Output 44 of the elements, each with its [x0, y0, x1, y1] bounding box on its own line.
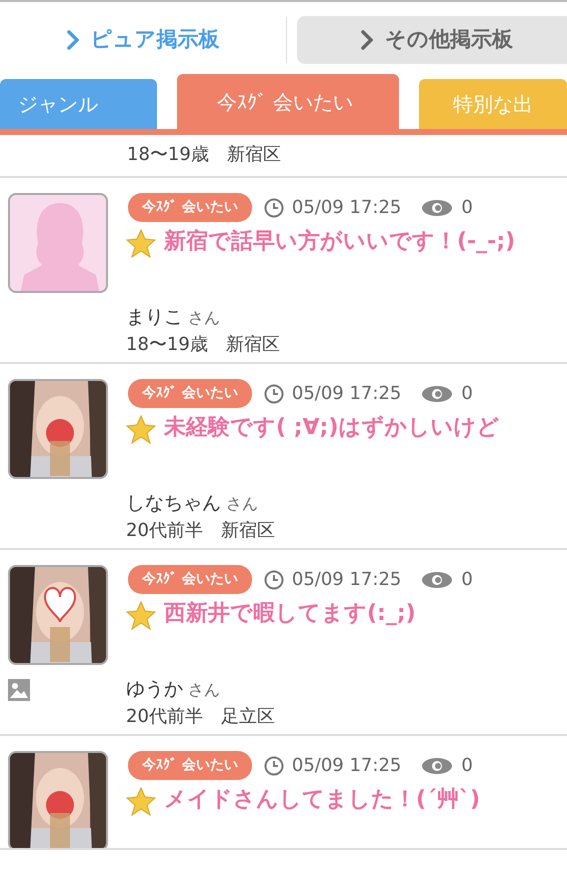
clock-icon: [264, 570, 284, 590]
genre-tab[interactable]: ジャンル: [0, 79, 157, 129]
genre-tab[interactable]: 今ｽｸﾞ 会いたい: [176, 74, 400, 129]
clock-icon: [264, 198, 284, 218]
view-count: 0: [461, 754, 473, 778]
post-title: メイドさんしてました！(´艸`): [164, 786, 480, 814]
post-time: 05/09 17:25: [292, 754, 402, 778]
star-icon: [126, 414, 156, 444]
post-time: 05/09 17:25: [292, 568, 402, 592]
honorific: さん: [226, 494, 258, 512]
profile-text: 20代前半 新宿区: [126, 519, 276, 543]
genre-tab[interactable]: 特別な出: [419, 79, 567, 129]
view-count: 0: [461, 568, 473, 592]
view-count: 0: [461, 382, 473, 406]
genre-label: 今ｽｸﾞ 会いたい: [128, 565, 252, 594]
eye-icon: [421, 384, 454, 402]
post-title: 新宿で話早い方がいいです！(-_-;): [164, 228, 516, 256]
honorific: さん: [188, 308, 220, 326]
star-icon: [126, 600, 156, 630]
chevron-icon: [66, 30, 78, 50]
user-name: まりこ: [126, 306, 183, 328]
star-icon: [126, 228, 156, 258]
clock-icon: [264, 384, 284, 404]
post-title: 西新井で暇してます(:_;): [164, 600, 416, 628]
genre-label: 今ｽｸﾞ 会いたい: [128, 379, 252, 408]
eye-icon: [421, 756, 454, 774]
post-title: 未経験です( ;∀;)はずかしいけど: [164, 414, 500, 442]
chevron-icon: [361, 30, 373, 50]
genre-label: 今ｽｸﾞ 会いたい: [128, 193, 252, 222]
board-tab[interactable]: その他掲示板: [297, 16, 567, 64]
profile-text: 18〜19歳 新宿区: [127, 144, 281, 165]
profile-text: 20代前半 足立区: [126, 705, 276, 729]
star-icon: [126, 786, 156, 816]
clock-icon: [264, 756, 284, 776]
post-time: 05/09 17:25: [292, 382, 402, 406]
eye-icon: [421, 570, 454, 588]
honorific: さん: [188, 680, 220, 698]
user-name: しなちゃん: [126, 492, 221, 514]
eye-icon: [421, 198, 454, 216]
post-time: 05/09 17:25: [292, 196, 402, 220]
profile-text: 18〜19歳 新宿区: [126, 333, 281, 357]
view-count: 0: [461, 196, 473, 220]
genre-label: 今ｽｸﾞ 会いたい: [128, 751, 252, 780]
user-name: ゆうか: [126, 678, 183, 700]
